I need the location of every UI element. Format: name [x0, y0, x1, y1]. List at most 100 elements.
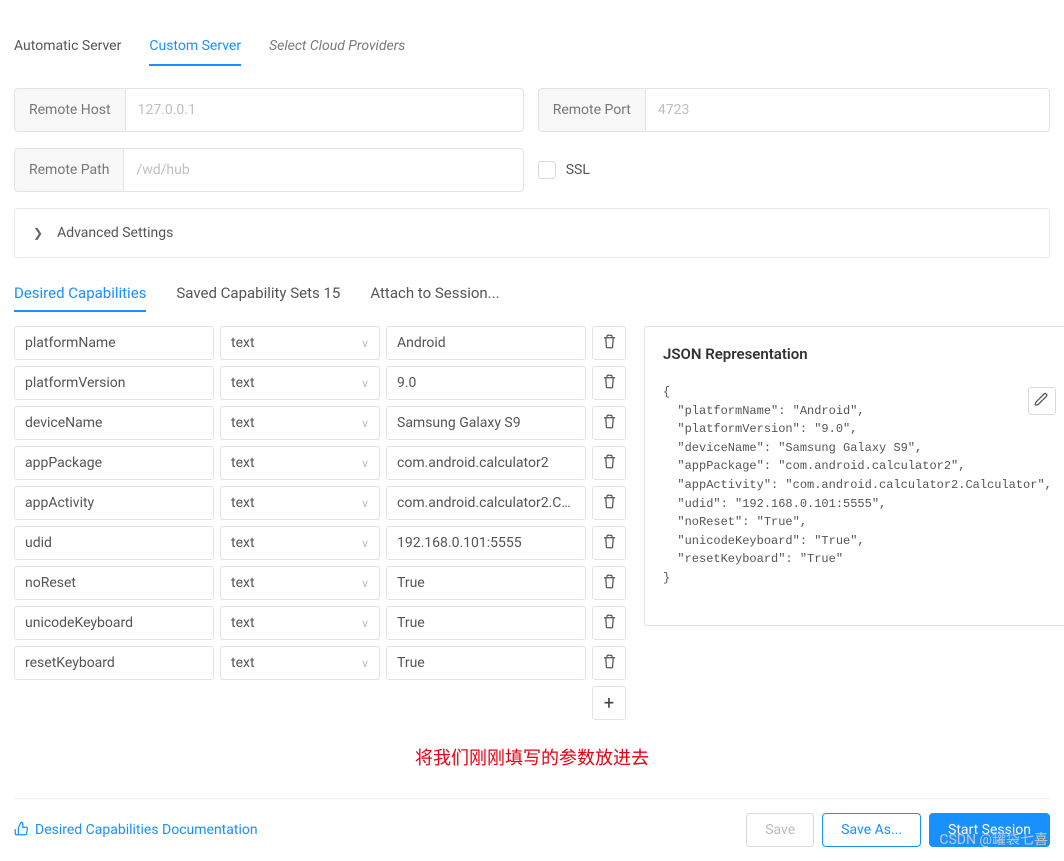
cap-type-select[interactable]: text∨ — [220, 486, 380, 520]
remote-path-label: Remote Path — [14, 148, 123, 192]
tab-automatic-server[interactable]: Automatic Server — [14, 28, 121, 66]
capability-row: text∨ — [14, 366, 626, 400]
delete-cap-button[interactable] — [592, 406, 626, 440]
cap-name-input[interactable] — [14, 326, 214, 360]
cap-type-select[interactable]: text∨ — [220, 406, 380, 440]
server-tabs: Automatic Server Custom Server Select Cl… — [14, 28, 1050, 66]
chevron-right-icon: ❯ — [33, 226, 43, 240]
advanced-settings-label: Advanced Settings — [57, 225, 173, 241]
cap-name-input[interactable] — [14, 486, 214, 520]
save-as-button[interactable]: Save As... — [822, 813, 921, 847]
cap-type-select[interactable]: text∨ — [220, 326, 380, 360]
chevron-down-icon: ∨ — [361, 417, 369, 430]
chevron-down-icon: ∨ — [361, 377, 369, 390]
cap-value-input[interactable] — [386, 566, 586, 600]
capability-row: text∨ — [14, 526, 626, 560]
chevron-down-icon: ∨ — [361, 657, 369, 670]
capability-row: text∨ — [14, 326, 626, 360]
capabilities-list: text∨ text∨ text∨ text∨ text∨ text∨ text∨ text∨… — [14, 326, 626, 720]
advanced-settings-toggle[interactable]: ❯ Advanced Settings — [14, 208, 1050, 258]
ssl-label: SSL — [566, 162, 590, 178]
json-representation-panel: JSON Representation { "platformName": "A… — [644, 326, 1064, 626]
cap-value-input[interactable] — [386, 526, 586, 560]
cap-name-input[interactable] — [14, 366, 214, 400]
tab-saved-capability-sets[interactable]: Saved Capability Sets 15 — [176, 276, 340, 312]
delete-cap-button[interactable] — [592, 606, 626, 640]
trash-icon — [602, 334, 617, 353]
add-capability-button[interactable]: + — [592, 686, 626, 720]
delete-cap-button[interactable] — [592, 326, 626, 360]
cap-value-input[interactable] — [386, 406, 586, 440]
cap-name-input[interactable] — [14, 566, 214, 600]
capability-row: text∨ — [14, 406, 626, 440]
cap-type-select[interactable]: text∨ — [220, 526, 380, 560]
remote-port-label: Remote Port — [538, 88, 645, 132]
tab-attach-to-session[interactable]: Attach to Session... — [370, 276, 499, 312]
tab-desired-capabilities[interactable]: Desired Capabilities — [14, 276, 146, 312]
trash-icon — [602, 614, 617, 633]
tab-custom-server[interactable]: Custom Server — [149, 28, 241, 66]
cap-value-input[interactable] — [386, 646, 586, 680]
json-content: { "platformName": "Android", "platformVe… — [663, 383, 1052, 588]
cap-type-select[interactable]: text∨ — [220, 446, 380, 480]
delete-cap-button[interactable] — [592, 566, 626, 600]
remote-port-field: Remote Port — [538, 88, 1050, 132]
documentation-link[interactable]: Desired Capabilities Documentation — [14, 821, 258, 840]
chevron-down-icon: ∨ — [361, 457, 369, 470]
save-button[interactable]: Save — [746, 813, 814, 847]
remote-path-field: Remote Path — [14, 148, 524, 192]
pencil-icon — [1034, 392, 1049, 411]
remote-port-input[interactable] — [645, 88, 1050, 132]
chevron-down-icon: ∨ — [361, 577, 369, 590]
chevron-down-icon: ∨ — [361, 497, 369, 510]
delete-cap-button[interactable] — [592, 446, 626, 480]
annotation-text: 将我们刚刚填写的参数放进去 — [14, 744, 1050, 770]
cap-type-select[interactable]: text∨ — [220, 566, 380, 600]
remote-path-input[interactable] — [123, 148, 523, 192]
delete-cap-button[interactable] — [592, 486, 626, 520]
capability-row: text∨ — [14, 566, 626, 600]
trash-icon — [602, 534, 617, 553]
capability-row: text∨ — [14, 486, 626, 520]
capability-row: text∨ — [14, 446, 626, 480]
ssl-checkbox[interactable] — [538, 161, 556, 179]
tab-cloud-providers[interactable]: Select Cloud Providers — [269, 28, 405, 66]
cap-type-select[interactable]: text∨ — [220, 366, 380, 400]
cap-value-input[interactable] — [386, 606, 586, 640]
thumbs-up-icon — [14, 821, 29, 840]
capability-tabs: Desired Capabilities Saved Capability Se… — [14, 276, 1050, 312]
remote-host-input[interactable] — [125, 88, 524, 132]
delete-cap-button[interactable] — [592, 526, 626, 560]
cap-value-input[interactable] — [386, 486, 586, 520]
cap-type-select[interactable]: text∨ — [220, 606, 380, 640]
chevron-down-icon: ∨ — [361, 537, 369, 550]
trash-icon — [602, 454, 617, 473]
trash-icon — [602, 494, 617, 513]
plus-icon: + — [604, 693, 614, 714]
json-title: JSON Representation — [663, 345, 1052, 363]
edit-json-button[interactable] — [1028, 387, 1056, 415]
cap-value-input[interactable] — [386, 366, 586, 400]
capability-row: text∨ — [14, 606, 626, 640]
cap-name-input[interactable] — [14, 606, 214, 640]
remote-host-label: Remote Host — [14, 88, 125, 132]
delete-cap-button[interactable] — [592, 366, 626, 400]
start-session-button[interactable]: Start Session — [929, 813, 1050, 847]
cap-name-input[interactable] — [14, 526, 214, 560]
cap-value-input[interactable] — [386, 446, 586, 480]
cap-name-input[interactable] — [14, 406, 214, 440]
trash-icon — [602, 654, 617, 673]
delete-cap-button[interactable] — [592, 646, 626, 680]
capability-row: text∨ — [14, 646, 626, 680]
cap-name-input[interactable] — [14, 646, 214, 680]
cap-name-input[interactable] — [14, 446, 214, 480]
documentation-label: Desired Capabilities Documentation — [35, 822, 258, 838]
trash-icon — [602, 574, 617, 593]
trash-icon — [602, 414, 617, 433]
remote-host-field: Remote Host — [14, 88, 524, 132]
cap-value-input[interactable] — [386, 326, 586, 360]
chevron-down-icon: ∨ — [361, 337, 369, 350]
cap-type-select[interactable]: text∨ — [220, 646, 380, 680]
chevron-down-icon: ∨ — [361, 617, 369, 630]
trash-icon — [602, 374, 617, 393]
